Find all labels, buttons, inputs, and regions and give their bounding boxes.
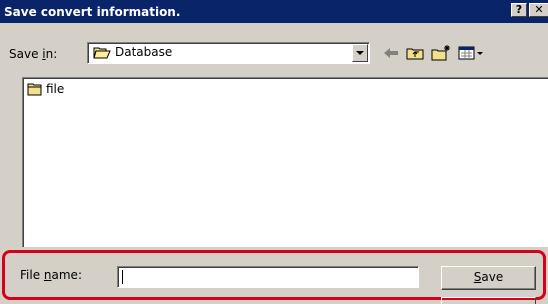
list-item-label: file	[46, 82, 65, 96]
title-bar[interactable]: Save convert information. ? ✕	[0, 0, 548, 23]
dropdown-arrow-button[interactable]	[352, 44, 368, 62]
file-name-input[interactable]	[117, 266, 419, 288]
close-button[interactable]: ✕	[529, 3, 548, 17]
back-arrow-icon	[384, 48, 398, 58]
text-caret	[122, 269, 123, 284]
save-button[interactable]: Save	[441, 266, 536, 290]
save-in-row: Save in: Database	[0, 38, 548, 64]
save-in-value: Database	[115, 45, 173, 59]
file-name-label: File name:	[20, 268, 82, 282]
new-folder-icon	[431, 45, 450, 61]
help-button[interactable]: ?	[511, 3, 527, 17]
open-folder-icon	[93, 47, 111, 59]
back-button[interactable]	[379, 42, 403, 64]
view-menu-button[interactable]	[456, 42, 486, 64]
chevron-down-icon	[356, 51, 364, 55]
window-title: Save convert information.	[4, 4, 181, 19]
up-folder-icon	[406, 48, 424, 60]
save-in-label: Save in:	[9, 47, 58, 61]
save-in-dropdown[interactable]: Database	[87, 42, 370, 64]
save-dialog: Save convert information. ? ✕ Save in: D…	[0, 0, 548, 304]
folder-icon	[27, 83, 42, 96]
up-one-level-button[interactable]	[404, 42, 428, 64]
create-new-folder-button[interactable]	[429, 42, 453, 64]
view-menu-icon	[458, 46, 483, 60]
file-list[interactable]: file	[22, 77, 548, 247]
cancel-button-edge[interactable]	[441, 297, 536, 304]
